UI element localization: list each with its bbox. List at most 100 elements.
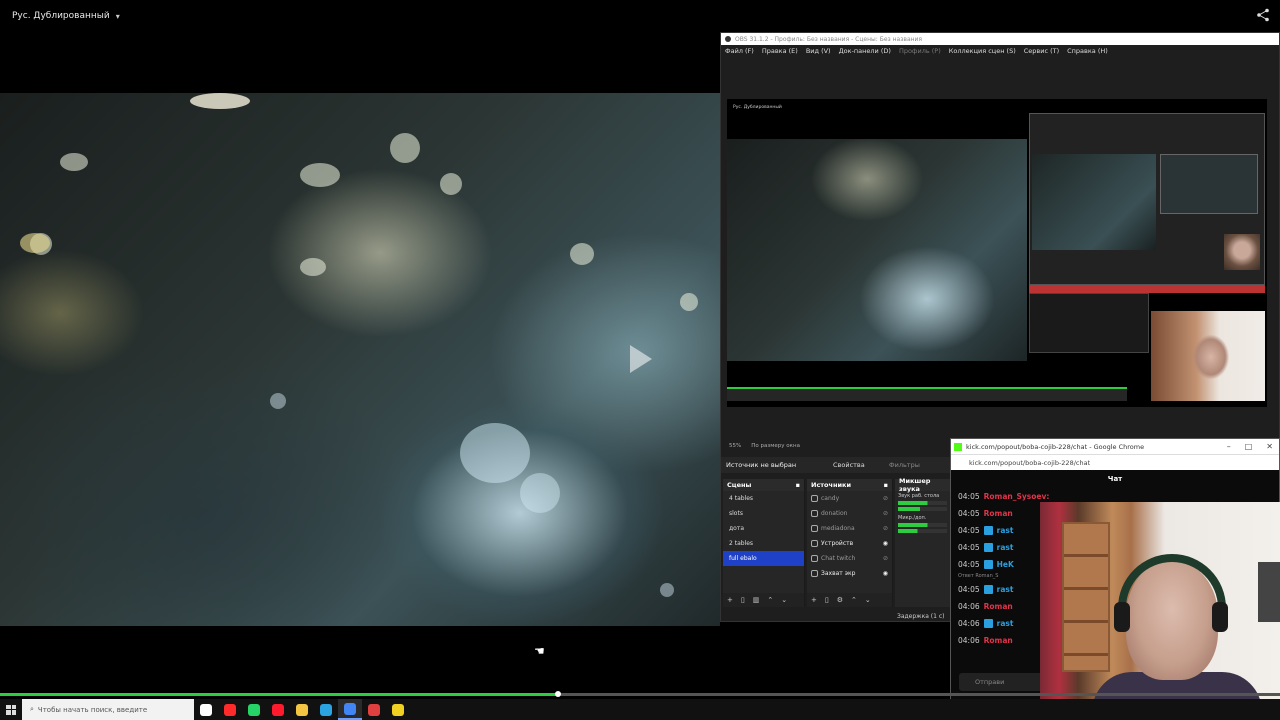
volume-meter[interactable] [898,529,947,533]
close-icon[interactable]: ✕ [1266,442,1273,451]
preview-nested-screen [1029,113,1265,285]
maximize-icon[interactable]: □ [1245,442,1253,451]
menu-scene-collection[interactable]: Коллекция сцен (S) [949,47,1016,55]
sources-header: Источники ▪ [807,479,892,491]
preview-taskbar [727,387,1127,401]
message-username[interactable]: rast [997,619,1014,628]
obs-icon [368,703,380,716]
preview-video [727,139,1027,361]
message-time: 04:06 [958,636,980,645]
scene-item-selected[interactable]: full ebalo [723,551,804,566]
source-icon [811,525,818,532]
eye-hidden-icon[interactable]: ⊘ [883,555,888,562]
menu-help[interactable]: Справка (H) [1067,47,1108,55]
taskbar-search[interactable]: ⌕ Чтобы начать поиск, введите [22,699,194,720]
up-icon[interactable]: ⌃ [851,596,857,604]
menu-view[interactable]: Вид (V) [806,47,831,55]
volume-meter[interactable] [898,501,947,505]
taskbar-app[interactable] [362,699,386,720]
scene-item[interactable]: 4 tables [723,491,804,506]
delay-label: Задержка (1 с) [897,613,945,620]
progress-knob[interactable] [555,691,562,697]
message-time: 04:05 [958,543,980,552]
main-video[interactable] [0,93,720,626]
audio-track-selector[interactable]: Рус. Дублированный [12,11,110,21]
menu-edit[interactable]: Правка (E) [762,47,798,55]
message-username[interactable]: rast [997,543,1014,552]
preview-zoom-bar: 55% По размеру окна [729,443,800,449]
nested-obs [1160,154,1258,214]
eye-hidden-icon[interactable]: ⊘ [883,495,888,502]
taskbar-app[interactable] [338,699,362,720]
taskbar-app[interactable] [386,699,410,720]
source-item[interactable]: Захват экр ◉ [807,566,892,581]
properties-button[interactable]: Свойства [833,461,865,469]
add-icon[interactable]: + [727,596,733,604]
filters-button[interactable]: Фильтры [889,461,920,469]
dock-menu-icon[interactable]: ▪ [796,481,800,489]
obs-preview[interactable]: Рус. Дублированный [727,99,1267,407]
start-button[interactable] [0,699,22,720]
menu-docks[interactable]: Док-панели (D) [839,47,891,55]
preview-nested-panels [1029,293,1149,353]
gear-icon[interactable]: ⚙ [837,596,843,604]
minimize-icon[interactable]: – [1227,442,1231,451]
message-username[interactable]: Roman_Sysoev: [984,492,1050,501]
message-username[interactable]: Roman [984,602,1013,611]
menu-tools[interactable]: Сервис (T) [1024,47,1059,55]
volume-meter[interactable] [898,507,947,511]
source-item[interactable]: donation ⊘ [807,506,892,521]
menu-profile[interactable]: Профиль (P) [899,47,941,55]
chat-window-title: kick.com/popout/boba-cojib-228/chat - Go… [966,442,1145,451]
play-icon[interactable] [630,345,652,373]
eye-icon[interactable]: ◉ [883,540,888,547]
message-username[interactable]: Roman [984,509,1013,518]
badge-icon [983,526,993,535]
message-username[interactable]: rast [997,526,1014,535]
menu-file[interactable]: Файл (F) [725,47,754,55]
taskbar-app[interactable] [290,699,314,720]
taskbar-app[interactable] [218,699,242,720]
dock-menu-icon[interactable]: ▪ [884,481,888,489]
volume-meter[interactable] [898,523,947,527]
scene-item[interactable]: дота [723,521,804,536]
message-username[interactable]: HeK [997,560,1014,569]
trash-icon[interactable]: ▯ [741,596,745,604]
down-icon[interactable]: ⌄ [865,596,871,604]
video-progress-bar[interactable] [0,691,1280,697]
eye-hidden-icon[interactable]: ⊘ [883,525,888,532]
chevron-down-icon[interactable]: ▾ [116,12,120,21]
message-time: 04:05 [958,560,980,569]
zoom-level[interactable]: 55% [729,443,741,449]
chat-header-title: Чат [1107,475,1123,483]
message-username[interactable]: Roman [984,636,1013,645]
chat-input[interactable]: Отправи [959,673,1049,691]
obs-logo-icon [725,36,731,42]
nested-video [1032,154,1156,250]
windows-icon [6,704,16,715]
search-icon: ⌕ [30,705,34,713]
add-icon[interactable]: + [811,596,817,604]
address-bar[interactable]: kick.com/popout/boba-cojib-228/chat [951,454,1279,470]
source-item[interactable]: candy ⊘ [807,491,892,506]
source-item[interactable]: mediadona ⊘ [807,521,892,536]
message-username[interactable]: rast [997,585,1014,594]
obs-title-bar: OBS 31.1.2 - Профиль: Без названия - Сце… [721,33,1279,45]
source-item[interactable]: Устройств ◉ [807,536,892,551]
taskbar-app[interactable] [314,699,338,720]
share-icon[interactable] [1256,8,1270,22]
eye-icon[interactable]: ◉ [883,570,888,577]
trash-icon[interactable]: ▯ [825,596,829,604]
taskbar-app[interactable] [266,699,290,720]
filter-icon[interactable]: ▥ [753,596,760,604]
fit-to-window[interactable]: По размеру окна [751,443,800,449]
taskbar-app[interactable] [194,699,218,720]
source-item[interactable]: Chat twitch ⊘ [807,551,892,566]
taskbar-app[interactable] [242,699,266,720]
app-icon [392,703,404,716]
scene-item[interactable]: 2 tables [723,536,804,551]
down-icon[interactable]: ⌄ [781,596,787,604]
scene-item[interactable]: slots [723,506,804,521]
eye-hidden-icon[interactable]: ⊘ [883,510,888,517]
up-icon[interactable]: ⌃ [767,596,773,604]
